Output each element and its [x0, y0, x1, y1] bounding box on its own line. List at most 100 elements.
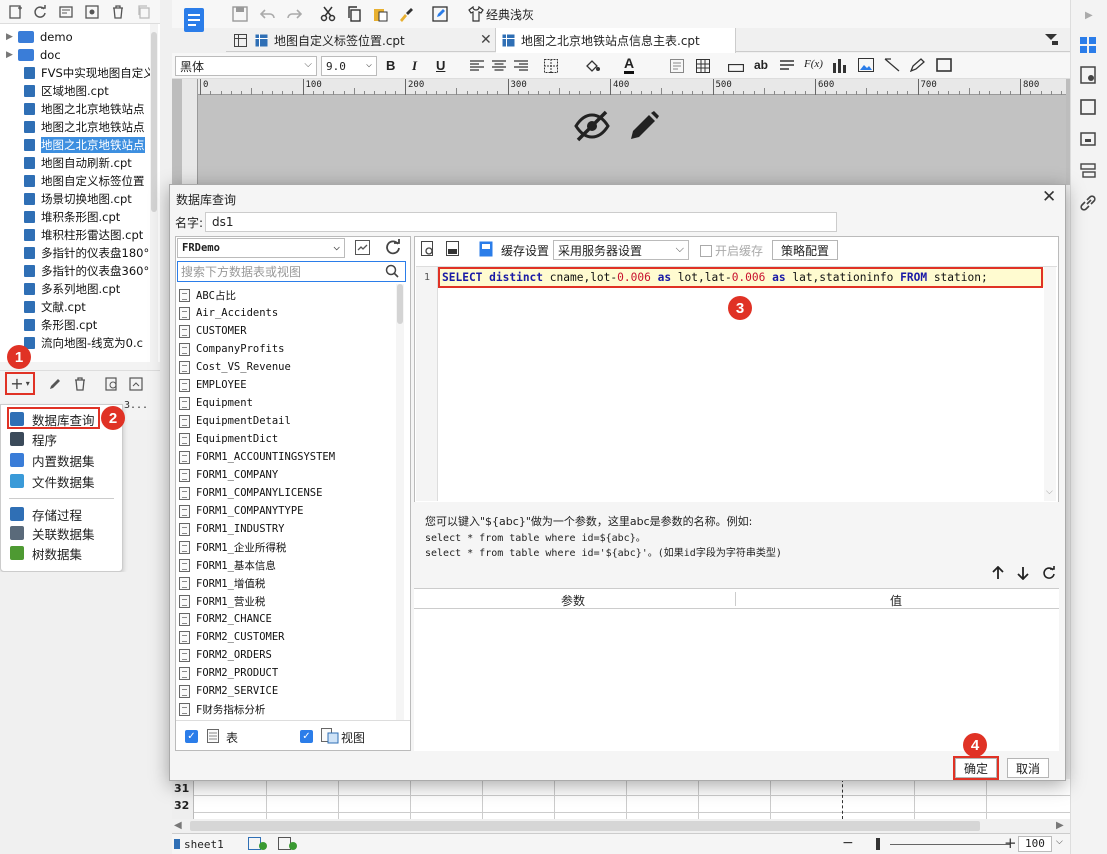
- expand-icon[interactable]: ▶: [6, 50, 16, 60]
- font-size-select[interactable]: 9.0 ⌵: [321, 56, 377, 76]
- trash-icon[interactable]: [70, 374, 90, 394]
- border-icon[interactable]: [544, 59, 558, 76]
- tree-file[interactable]: 多系列地图.cpt: [6, 280, 120, 298]
- table-list-item[interactable]: FORM1_增值税: [179, 574, 265, 592]
- pen-icon[interactable]: [909, 58, 926, 75]
- tree-file[interactable]: 多指针的仪表盘360°: [6, 262, 149, 280]
- align-left-icon[interactable]: [470, 60, 484, 75]
- menu-item-dataset[interactable]: 程序: [10, 429, 57, 449]
- tree-file[interactable]: 地图自定义标签位置: [6, 172, 145, 190]
- save-icon[interactable]: [230, 4, 250, 24]
- cache-icon[interactable]: [479, 241, 493, 260]
- tree-file[interactable]: 堆积柱形雷达图.cpt: [6, 226, 143, 244]
- paragraph-icon[interactable]: [780, 60, 794, 75]
- table-list-scrollbar[interactable]: [396, 284, 404, 720]
- menu-item-dataset[interactable]: 文件数据集: [10, 471, 95, 491]
- zoom-slider-handle[interactable]: [876, 838, 880, 850]
- align-right-icon[interactable]: [514, 60, 528, 75]
- table-list-item[interactable]: FORM1_INDUSTRY: [179, 520, 285, 538]
- scroll-right-icon[interactable]: ▶: [1056, 820, 1064, 831]
- table-list-item[interactable]: EquipmentDict: [179, 430, 278, 448]
- expand-icon[interactable]: ▶: [6, 32, 16, 42]
- widget-settings-icon[interactable]: [1077, 64, 1099, 86]
- move-up-icon[interactable]: [992, 565, 1004, 583]
- horizontal-scrollbar[interactable]: ◀ ▶: [172, 819, 1070, 833]
- tree-file[interactable]: 文献.cpt: [6, 298, 86, 316]
- tree-scrollbar[interactable]: [150, 24, 158, 362]
- tree-file[interactable]: 条形图.cpt: [6, 316, 97, 334]
- panel-icon[interactable]: [1077, 128, 1099, 150]
- show-table-checkbox[interactable]: ✓: [185, 730, 198, 743]
- tree-file[interactable]: 地图之北京地铁站点: [6, 100, 145, 118]
- sql-format-icon[interactable]: [446, 241, 460, 260]
- zoom-input[interactable]: 100: [1018, 836, 1052, 852]
- sql-editor-scrollbar[interactable]: ⌵: [1044, 267, 1056, 501]
- table-list-item[interactable]: CUSTOMER: [179, 322, 247, 340]
- menu-item-dataset[interactable]: 关联数据集: [10, 523, 95, 543]
- search-icon[interactable]: [385, 264, 399, 281]
- format-icon[interactable]: [670, 59, 684, 76]
- table-list-item[interactable]: FORM2_ORDERS: [179, 646, 272, 664]
- table-list-item[interactable]: FORM1_COMPANY: [179, 466, 278, 484]
- table-list-item[interactable]: CompanyProfits: [179, 340, 285, 358]
- tab-map-label-position[interactable]: 地图自定义标签位置.cpt ✕: [226, 28, 496, 52]
- tree-folder[interactable]: ▶ doc: [6, 46, 61, 64]
- tab-close-icon[interactable]: ✕: [480, 32, 492, 48]
- enable-cache-checkbox[interactable]: [700, 245, 712, 257]
- formula-icon[interactable]: F(x): [804, 58, 823, 70]
- paste-icon[interactable]: [370, 4, 390, 24]
- tree-file[interactable]: 场景切换地图.cpt: [6, 190, 132, 208]
- align-center-icon[interactable]: [492, 60, 506, 75]
- zoom-minus-icon[interactable]: −: [842, 835, 854, 851]
- bar-chart-icon[interactable]: [832, 58, 848, 76]
- table-list-item[interactable]: F财务指标分析: [179, 700, 265, 718]
- replace-icon[interactable]: [126, 374, 146, 394]
- edit-pencil-icon[interactable]: [628, 110, 660, 145]
- table-list-item[interactable]: FORM2_PRODUCT: [179, 664, 278, 682]
- redo-icon[interactable]: [284, 4, 304, 24]
- frame-icon[interactable]: [936, 58, 952, 75]
- scroll-down-icon[interactable]: ⌵: [1046, 487, 1053, 497]
- cut-icon[interactable]: [318, 4, 338, 24]
- add-poly-sheet-icon[interactable]: [278, 837, 298, 854]
- bold-icon[interactable]: B: [386, 58, 395, 73]
- table-list-item[interactable]: FORM2_CUSTOMER: [179, 628, 285, 646]
- table-list-item[interactable]: FORM1_COMPANYTYPE: [179, 502, 303, 520]
- preview-icon[interactable]: [102, 374, 122, 394]
- stack-icon[interactable]: [1077, 160, 1099, 182]
- tab-menu-icon[interactable]: [1044, 33, 1058, 48]
- delete-icon[interactable]: [108, 2, 128, 22]
- italic-icon[interactable]: I: [412, 58, 417, 74]
- name-input[interactable]: ds1: [205, 212, 837, 232]
- tree-folder[interactable]: ▶ demo: [6, 28, 73, 46]
- cancel-button[interactable]: 取消: [1007, 758, 1049, 778]
- table-list-item[interactable]: ABC占比: [179, 286, 236, 304]
- table-search-input[interactable]: 搜索下方数据表或视图: [177, 261, 406, 282]
- chevron-right-icon[interactable]: ▶: [1085, 10, 1093, 21]
- show-view-checkbox[interactable]: ✓: [300, 730, 313, 743]
- table-list-item[interactable]: FORM2_CHANCE: [179, 610, 272, 628]
- zoom-dropdown-icon[interactable]: ⌵: [1056, 837, 1063, 847]
- refresh-icon[interactable]: [30, 2, 50, 22]
- undo-icon[interactable]: [258, 4, 278, 24]
- font-color-icon[interactable]: A: [624, 55, 635, 74]
- image-icon[interactable]: [858, 58, 874, 75]
- move-down-icon[interactable]: [1017, 566, 1029, 583]
- table-list-item[interactable]: FORM1_基本信息: [179, 556, 276, 574]
- cell-icon[interactable]: [727, 61, 745, 75]
- square-icon[interactable]: [1077, 96, 1099, 118]
- table-list-item[interactable]: Cost_VS_Revenue: [179, 358, 291, 376]
- table-list-item[interactable]: Equipment: [179, 394, 253, 412]
- refresh-connection-icon[interactable]: [385, 239, 401, 258]
- tab-beijing-subway-main[interactable]: 地图之北京地铁站点信息主表.cpt: [496, 28, 736, 53]
- dialog-close-icon[interactable]: ✕: [1042, 187, 1056, 207]
- theme-label[interactable]: 经典浅灰: [486, 6, 534, 23]
- table-list-item[interactable]: EquipmentDetail: [179, 412, 291, 430]
- tree-file[interactable]: 堆积条形图.cpt: [6, 208, 120, 226]
- template-icon[interactable]: [56, 2, 76, 22]
- font-select[interactable]: 黑体 ⌵: [175, 56, 317, 76]
- table-icon[interactable]: [696, 59, 710, 76]
- settings-icon[interactable]: [82, 2, 102, 22]
- format-painter-icon[interactable]: [396, 4, 416, 24]
- template-edit-icon[interactable]: [430, 4, 450, 24]
